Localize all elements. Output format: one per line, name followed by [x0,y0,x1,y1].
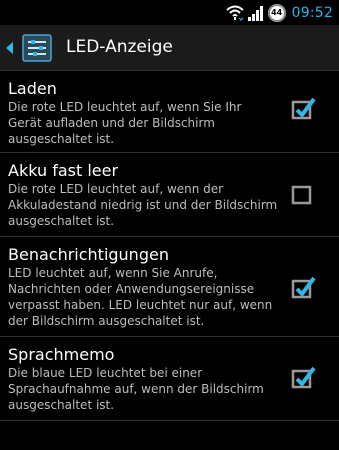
preference-item-laden[interactable]: Laden Die rote LED leuchtet auf, wenn Si… [0,71,339,153]
checkbox-checked-icon[interactable] [290,364,316,390]
preference-summary: Die rote LED leuchtet auf, wenn der Akku… [8,182,278,228]
status-icons: 44 09:52 [225,2,333,23]
preference-title: Akku fast leer [8,161,119,180]
preference-title: Laden [8,79,57,98]
signal-icon [247,5,263,21]
checkbox-checked-icon[interactable] [290,95,316,121]
status-bar: 44 09:52 [0,0,339,25]
battery-icon: 44 [267,3,286,22]
battery-level: 44 [271,8,283,17]
preference-summary: LED leuchtet auf, wenn Sie Anrufe, Nachr… [8,266,273,328]
wifi-icon [225,5,244,21]
checkbox-unchecked-icon[interactable] [290,180,316,206]
preference-item-benachrichtigungen[interactable]: Benachrichtigungen LED leuchtet auf, wen… [0,237,339,337]
checkbox-checked-icon[interactable] [290,274,316,300]
preference-summary: Die blaue LED leuchtet bei einer Spracha… [8,366,264,412]
preference-title: Sprachmemo [8,345,115,364]
action-bar: LED-Anzeige [0,25,339,71]
preference-title: Benachrichtigungen [8,245,169,264]
preference-list: Laden Die rote LED leuchtet auf, wenn Si… [0,71,339,421]
preference-item-sprachmemo[interactable]: Sprachmemo Die blaue LED leuchtet bei ei… [0,337,339,421]
clock: 09:52 [291,4,333,21]
page-title: LED-Anzeige [66,37,173,57]
settings-app-icon[interactable] [19,33,55,63]
preference-summary: Die rote LED leuchtet auf, wenn Sie Ihr … [8,100,242,146]
preference-item-akku-fast-leer[interactable]: Akku fast leer Die rote LED leuchtet auf… [0,153,339,237]
chevron-left-icon[interactable] [6,42,14,54]
